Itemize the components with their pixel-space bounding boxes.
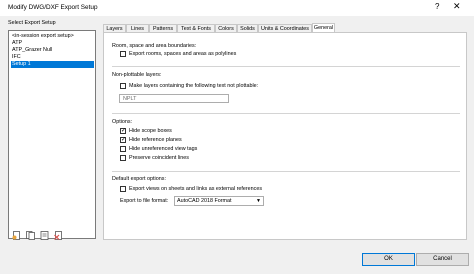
hide-scope-checkbox[interactable] [120,127,126,135]
rename-setup-icon[interactable] [40,231,49,240]
hide-unref-checkbox[interactable] [120,146,126,152]
list-item[interactable]: ATP [11,40,94,47]
hide-ref-checkbox[interactable] [120,136,126,144]
export-setup-heading: Select Export Setup [8,20,56,26]
hide-unref-label: Hide unreferenced view tags [129,146,198,152]
export-views-label: Export views on sheets and links as exte… [129,186,263,192]
list-item-selected[interactable]: Setup 1 [11,61,94,68]
section-divider [112,113,460,114]
export-rooms-checkbox[interactable] [120,51,126,57]
rooms-heading: Room, space and area boundaries: [112,43,197,49]
section-divider [112,66,460,67]
window-title: Modify DWG/DXF Export Setup [8,4,98,11]
title-bar: Modify DWG/DXF Export Setup ? ✕ [0,0,474,16]
ok-button[interactable]: OK [362,253,415,266]
export-rooms-label: Export rooms, spaces and areas as polyli… [129,51,237,57]
help-icon[interactable]: ? [435,2,439,11]
duplicate-setup-icon[interactable] [26,231,35,240]
new-setup-icon[interactable] [12,231,21,240]
list-item[interactable]: ATP_Grazer Null [11,47,94,54]
chevron-down-icon: ▼ [256,198,261,204]
hide-scope-label: Hide scope boxes [129,128,172,134]
preserve-lines-checkbox[interactable] [120,155,126,161]
export-views-checkbox[interactable] [120,186,126,192]
list-item[interactable]: IFC [11,54,94,61]
file-format-select[interactable]: AutoCAD 2018 Format ▼ [174,196,264,206]
format-label: Export to file format: [120,198,169,204]
close-icon[interactable]: ✕ [453,1,461,12]
make-layers-checkbox[interactable] [120,83,126,89]
hide-ref-label: Hide reference planes [129,137,182,143]
nonplot-heading: Non-plottable layers: [112,72,162,78]
cancel-button[interactable]: Cancel [416,253,469,266]
options-heading: Options: [112,119,133,125]
make-layers-label: Make layers containing the following tex… [129,83,259,89]
preserve-lines-label: Preserve coincident lines [129,155,189,161]
list-item[interactable]: <in-session export setup> [11,33,94,40]
nonplot-text-input[interactable]: NPLT [119,94,229,103]
export-setup-list[interactable]: <in-session export setup> ATP ATP_Grazer… [8,30,96,239]
file-format-value: AutoCAD 2018 Format [177,198,232,204]
delete-setup-icon[interactable] [54,231,63,240]
default-options-heading: Default export options: [112,176,166,182]
general-panel [103,32,467,240]
section-divider [112,171,460,172]
